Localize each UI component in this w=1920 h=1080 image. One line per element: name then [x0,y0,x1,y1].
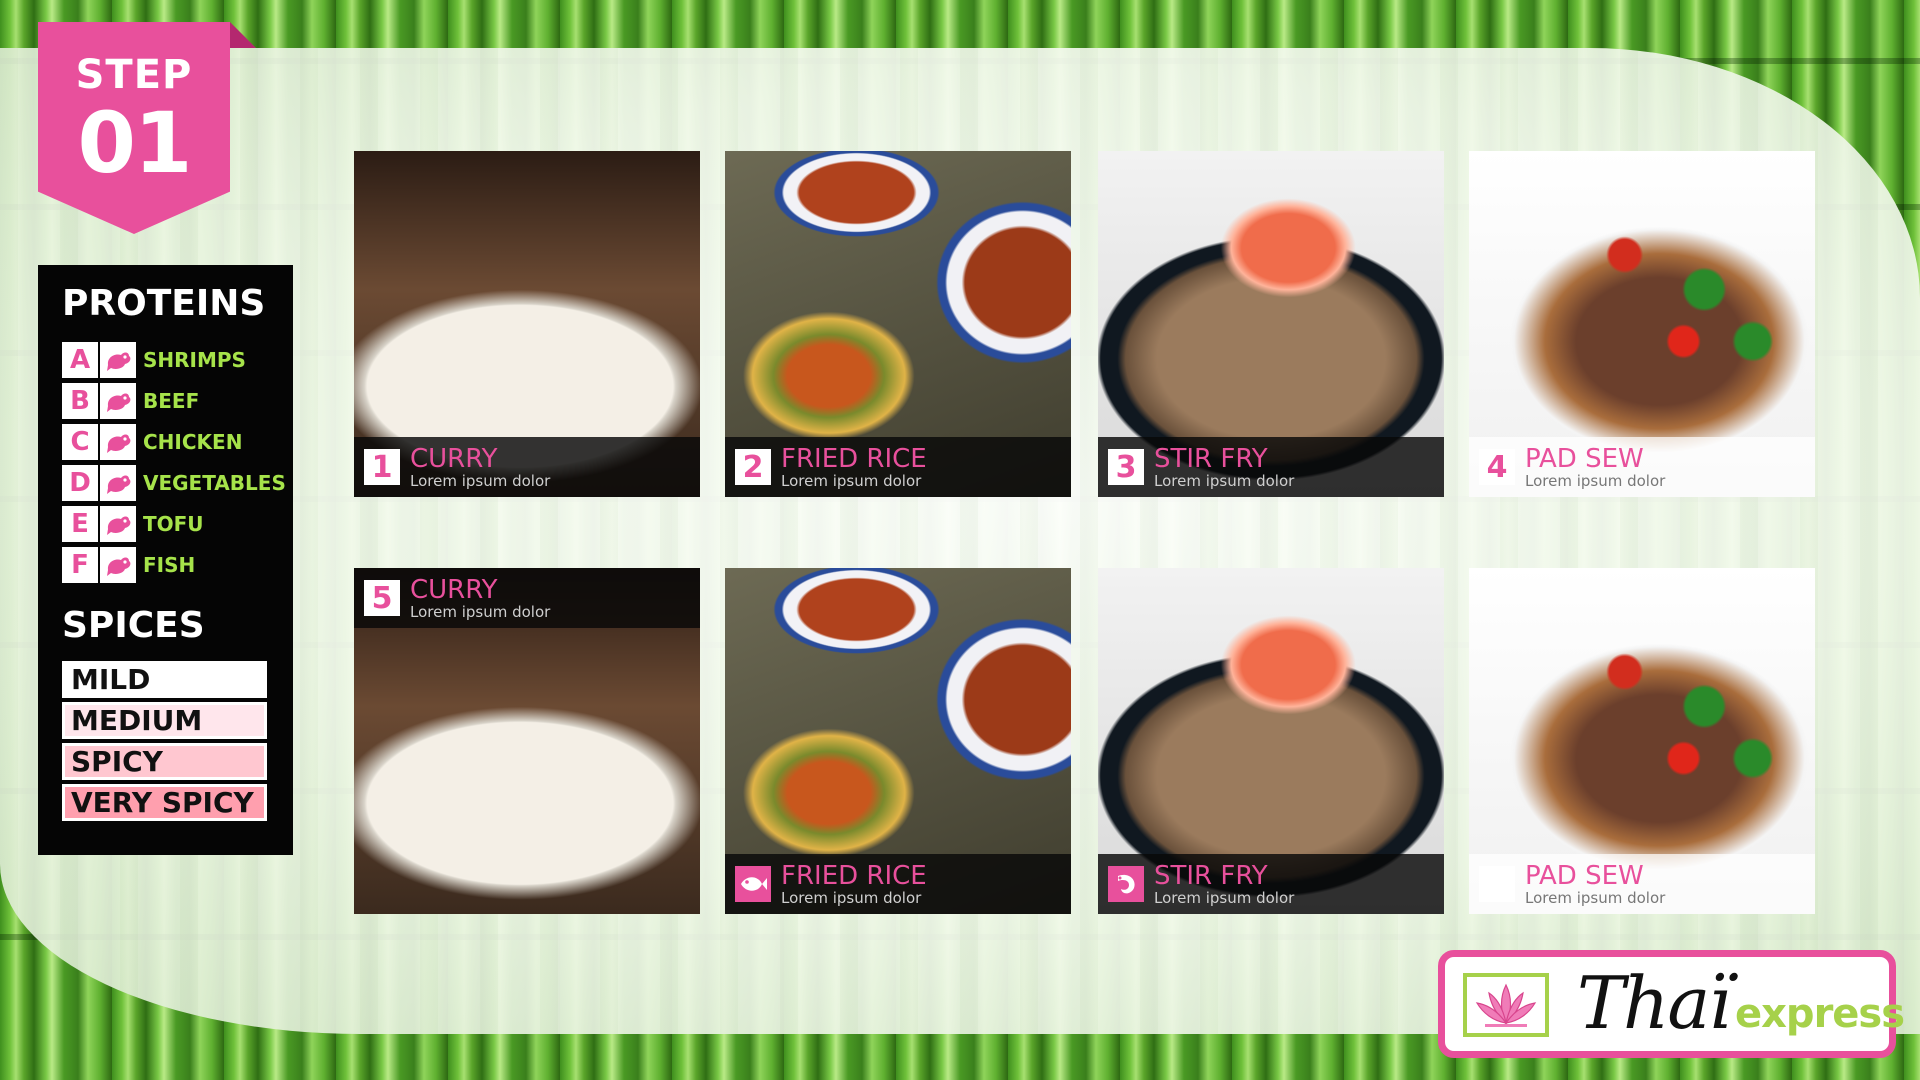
spices-title: SPICES [62,605,205,646]
protein-item[interactable]: A SHRIMPS [62,339,293,380]
poultry-icon [100,464,136,501]
badge-fold [230,22,256,48]
spice-level[interactable]: MEDIUM [62,702,267,739]
dish-description: Lorem ipsum dolor [410,471,551,490]
protein-letter: D [62,464,98,501]
dish-name: STIR FRY [1154,443,1268,474]
protein-item[interactable]: F FISH [62,544,293,585]
protein-item[interactable]: B BEEF [62,380,293,421]
step-number: 01 [77,94,193,192]
dish-caption-bar: 4 PAD SEW Lorem ipsum dolor [1469,437,1815,497]
proteins-title: PROTEINS [62,283,266,324]
protein-item[interactable]: C CHICKEN [62,421,293,462]
poultry-icon [100,382,136,419]
menu-card[interactable]: 5 CURRY Lorem ipsum dolor [354,568,700,914]
dish-description: Lorem ipsum dolor [1154,471,1295,490]
dish-texts: PAD SEW Lorem ipsum dolor [1525,446,1665,489]
spice-level[interactable]: VERY SPICY [62,784,267,821]
dish-name: CURRY [410,443,498,474]
dish-description: Lorem ipsum dolor [1525,888,1666,907]
spice-level[interactable]: MILD [62,661,267,698]
protein-item[interactable]: D VEGETABLES [62,462,293,503]
protein-name: FISH [143,552,196,577]
menu-card[interactable]: PAD SEW Lorem ipsum dolor [1469,568,1815,914]
dish-description: Lorem ipsum dolor [781,888,922,907]
protein-list: A SHRIMPS B BEEF C CHICKEN D VEGETABLES E TOFU F FI… [62,339,293,585]
dish-texts: PAD SEW Lorem ipsum dolor [1525,863,1665,906]
legend-sidebar: PROTEINS A SHRIMPS B BEEF C CHICKEN D VEGETABLE… [38,265,293,855]
protein-name: VEGETABLES [143,470,286,495]
shrimp-icon [1108,866,1144,902]
dish-texts: FRIED RICE Lorem ipsum dolor [781,863,927,906]
protein-letter: B [62,382,98,419]
dish-name: CURRY [410,574,498,605]
logo-brand: Thaï [1577,961,1731,1045]
protein-name: TOFU [143,511,204,536]
step-label: STEP [75,52,193,98]
dish-description: Lorem ipsum dolor [410,602,551,621]
dish-caption-bar: FRIED RICE Lorem ipsum dolor [725,854,1071,914]
menu-card[interactable]: FRIED RICE Lorem ipsum dolor [725,568,1071,914]
dish-caption-bar: STIR FRY Lorem ipsum dolor [1098,854,1444,914]
menu-card[interactable]: STIR FRY Lorem ipsum dolor [1098,568,1444,914]
protein-letter: F [62,546,98,583]
poultry-icon [100,546,136,583]
protein-name: CHICKEN [143,429,243,454]
dish-name: FRIED RICE [781,860,927,891]
menu-card[interactable]: 1 CURRY Lorem ipsum dolor [354,151,700,497]
dish-caption-bar: 1 CURRY Lorem ipsum dolor [354,437,700,497]
menu-card[interactable]: 4 PAD SEW Lorem ipsum dolor [1469,151,1815,497]
spice-list: MILD MEDIUM SPICY VERY SPICY [62,661,293,821]
dish-description: Lorem ipsum dolor [1154,888,1295,907]
dish-description: Lorem ipsum dolor [781,471,922,490]
dish-texts: STIR FRY Lorem ipsum dolor [1154,446,1294,489]
dish-name: STIR FRY [1154,860,1268,891]
dish-texts: CURRY Lorem ipsum dolor [410,446,550,489]
dish-number: 2 [735,449,771,485]
step-badge: STEP 01 [38,22,256,234]
dish-name: PAD SEW [1525,860,1644,891]
dish-number: 1 [364,449,400,485]
dish-caption-bar: 2 FRIED RICE Lorem ipsum dolor [725,437,1071,497]
protein-letter: C [62,423,98,460]
poultry-icon [100,505,136,542]
poultry-icon [100,341,136,378]
fish-icon [735,866,771,902]
dish-caption-bar: PAD SEW Lorem ipsum dolor [1469,854,1815,914]
dish-name: PAD SEW [1525,443,1644,474]
dish-number [1479,866,1515,902]
dish-number: 5 [364,580,400,616]
dish-texts: STIR FRY Lorem ipsum dolor [1154,863,1294,906]
logo-suffix: express [1735,991,1905,1037]
dish-caption-bar: 5 CURRY Lorem ipsum dolor [354,568,700,628]
dish-description: Lorem ipsum dolor [1525,471,1666,490]
dish-texts: FRIED RICE Lorem ipsum dolor [781,446,927,489]
protein-item[interactable]: E TOFU [62,503,293,544]
poultry-icon [100,423,136,460]
protein-name: SHRIMPS [143,347,246,372]
protein-name: BEEF [143,388,200,413]
menu-card[interactable]: 2 FRIED RICE Lorem ipsum dolor [725,151,1071,497]
spice-level[interactable]: SPICY [62,743,267,780]
dish-number: 4 [1479,449,1515,485]
protein-letter: E [62,505,98,542]
protein-letter: A [62,341,98,378]
thai-express-logo[interactable]: Thaï express [1438,950,1905,1058]
dish-texts: CURRY Lorem ipsum dolor [410,577,550,620]
dish-caption-bar: 3 STIR FRY Lorem ipsum dolor [1098,437,1444,497]
dish-name: FRIED RICE [781,443,927,474]
menu-card[interactable]: 3 STIR FRY Lorem ipsum dolor [1098,151,1444,497]
dish-number: 3 [1108,449,1144,485]
lotus-icon [1463,973,1549,1037]
